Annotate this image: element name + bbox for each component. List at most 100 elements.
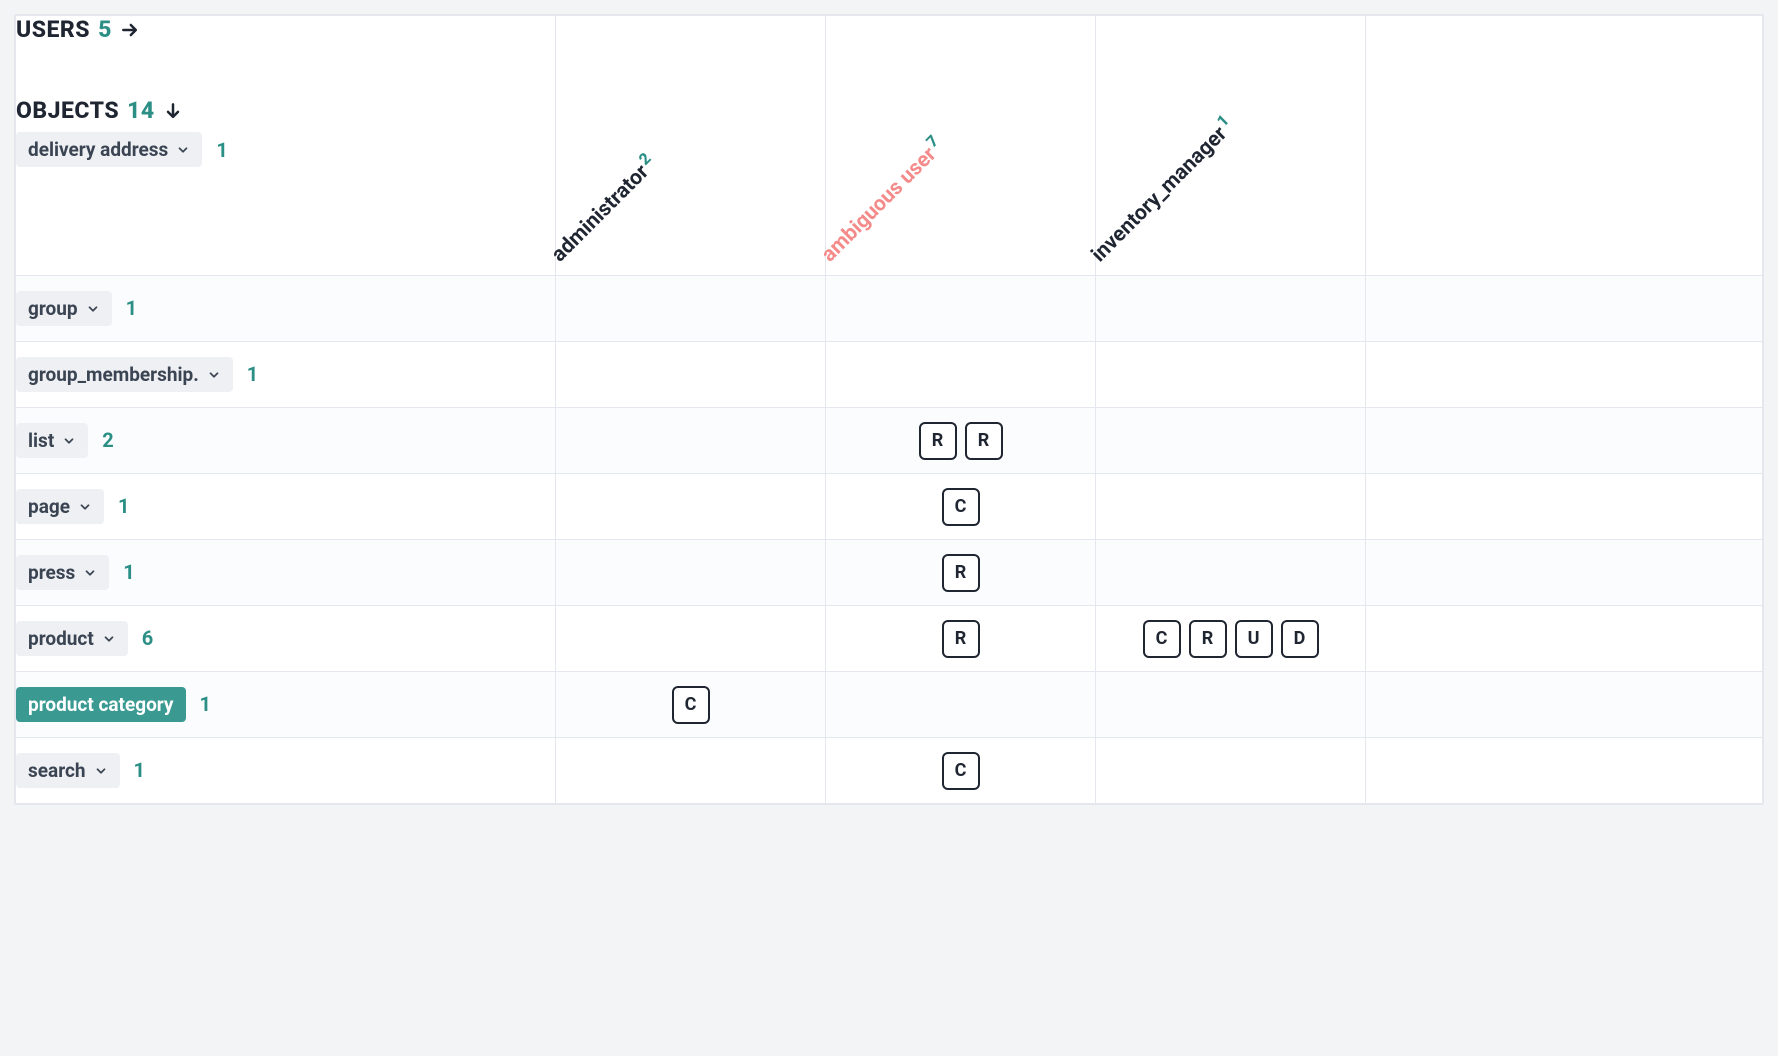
perm-badge-c[interactable]: C — [942, 752, 980, 790]
perm-badge-c[interactable]: C — [1143, 620, 1181, 658]
chevron-down-icon — [83, 566, 97, 580]
column-header-ambiguous-user[interactable]: ambiguous user7 — [826, 16, 1096, 276]
object-chip[interactable]: group — [16, 291, 112, 326]
perm-cell-ambiguous-user — [826, 276, 1096, 342]
object-chip[interactable]: page — [16, 489, 104, 524]
cell-filler — [1366, 276, 1763, 342]
chevron-down-icon — [207, 368, 221, 382]
object-label: group_membership. — [28, 363, 199, 386]
object-cell: product category 1 — [16, 672, 556, 738]
perm-badge-r[interactable]: R — [1189, 620, 1227, 658]
object-label: list — [28, 429, 54, 452]
object-chip[interactable]: list — [16, 423, 88, 458]
cell-filler — [1366, 606, 1763, 672]
object-chip[interactable]: search — [16, 753, 120, 788]
perm-badge-r[interactable]: R — [965, 422, 1003, 460]
object-label: press — [28, 561, 75, 584]
object-chip[interactable]: product category — [16, 687, 186, 722]
perm-cell-inventory-manager — [1096, 342, 1366, 408]
cell-filler — [1366, 738, 1763, 804]
perm-cell-administrator — [556, 738, 826, 804]
perm-cell-ambiguous-user: R — [826, 606, 1096, 672]
column-label: inventory_manager — [1087, 122, 1232, 267]
perm-badge-d[interactable]: D — [1281, 620, 1319, 658]
perm-cell-ambiguous-user: R — [826, 540, 1096, 606]
perm-cell-administrator — [556, 540, 826, 606]
objects-section-header[interactable]: OBJECTS 14 — [16, 97, 555, 124]
object-cell: list 2 — [16, 408, 556, 474]
perm-cell-ambiguous-user — [826, 342, 1096, 408]
object-count: 1 — [200, 692, 211, 716]
column-label: ambiguous user — [817, 143, 941, 267]
column-header-inventory-manager[interactable]: inventory_manager1 — [1096, 16, 1366, 276]
object-label: group — [28, 297, 78, 320]
perm-cell-ambiguous-user: C — [826, 474, 1096, 540]
object-chip[interactable]: delivery address — [16, 132, 202, 167]
users-section-header[interactable]: USERS 5 — [16, 16, 555, 43]
object-row-press: press 1 R — [16, 540, 1763, 606]
column-filler — [1366, 16, 1763, 276]
header-corner-cell: USERS 5 OBJECTS 14 delivery ad — [16, 16, 556, 276]
object-label: search — [28, 759, 86, 782]
perm-badge-u[interactable]: U — [1235, 620, 1273, 658]
perm-badge-r[interactable]: R — [919, 422, 957, 460]
perm-cell-administrator — [556, 276, 826, 342]
perm-cell-inventory-manager — [1096, 672, 1366, 738]
object-chip[interactable]: group_membership. — [16, 357, 233, 392]
perm-cell-administrator — [556, 342, 826, 408]
object-cell: group 1 — [16, 276, 556, 342]
object-cell: page 1 — [16, 474, 556, 540]
users-label: USERS — [16, 16, 90, 43]
cell-filler — [1366, 408, 1763, 474]
chevron-down-icon — [86, 302, 100, 316]
column-header-administrator[interactable]: administrator2 — [556, 16, 826, 276]
perm-cell-administrator — [556, 606, 826, 672]
perm-cell-inventory-manager: CRUD — [1096, 606, 1366, 672]
object-label: page — [28, 495, 70, 518]
object-cell: product6 — [16, 606, 556, 672]
cell-filler — [1366, 672, 1763, 738]
permissions-matrix-panel: USERS 5 OBJECTS 14 delivery ad — [14, 14, 1764, 805]
object-cell: group_membership. 1 — [16, 342, 556, 408]
perm-badge-c[interactable]: C — [942, 488, 980, 526]
perm-cell-inventory-manager — [1096, 738, 1366, 804]
object-row-product: product6RCRUD — [16, 606, 1763, 672]
cell-filler — [1366, 540, 1763, 606]
object-cell: search 1 — [16, 738, 556, 804]
perm-badge-r[interactable]: R — [942, 554, 980, 592]
object-count: 1 — [126, 296, 137, 320]
object-chip[interactable]: press — [16, 555, 109, 590]
object-count: 1 — [247, 362, 258, 386]
header-row: USERS 5 OBJECTS 14 delivery ad — [16, 16, 1763, 276]
perm-cell-ambiguous-user: RR — [826, 408, 1096, 474]
chevron-down-icon — [78, 500, 92, 514]
perm-cell-administrator: C — [556, 672, 826, 738]
object-row-search: search 1 C — [16, 738, 1763, 804]
perm-cell-inventory-manager — [1096, 408, 1366, 474]
object-label: delivery address — [28, 138, 168, 161]
object-row-product-category: product category 1 C — [16, 672, 1763, 738]
chevron-down-icon — [94, 764, 108, 778]
object-row-list: list 2 RR — [16, 408, 1763, 474]
perm-badge-r[interactable]: R — [942, 620, 980, 658]
perm-badge-c[interactable]: C — [672, 686, 710, 724]
object-row-page: page 1 C — [16, 474, 1763, 540]
perm-cell-inventory-manager — [1096, 540, 1366, 606]
chevron-down-icon — [176, 143, 190, 157]
objects-label: OBJECTS — [16, 97, 119, 124]
column-label: administrator — [547, 160, 654, 267]
object-row-group: group 1 — [16, 276, 1763, 342]
object-label: product category — [28, 693, 174, 716]
object-count: 1 — [216, 138, 227, 162]
permissions-table: USERS 5 OBJECTS 14 delivery ad — [15, 15, 1763, 804]
chevron-down-icon — [62, 434, 76, 448]
object-count: 1 — [118, 494, 129, 518]
cell-filler — [1366, 474, 1763, 540]
object-count: 2 — [102, 428, 113, 452]
perm-cell-administrator — [556, 408, 826, 474]
objects-count: 14 — [127, 97, 155, 124]
object-cell: press 1 — [16, 540, 556, 606]
object-chip[interactable]: product — [16, 621, 128, 656]
object-count: 1 — [123, 560, 134, 584]
object-count: 1 — [134, 758, 145, 782]
